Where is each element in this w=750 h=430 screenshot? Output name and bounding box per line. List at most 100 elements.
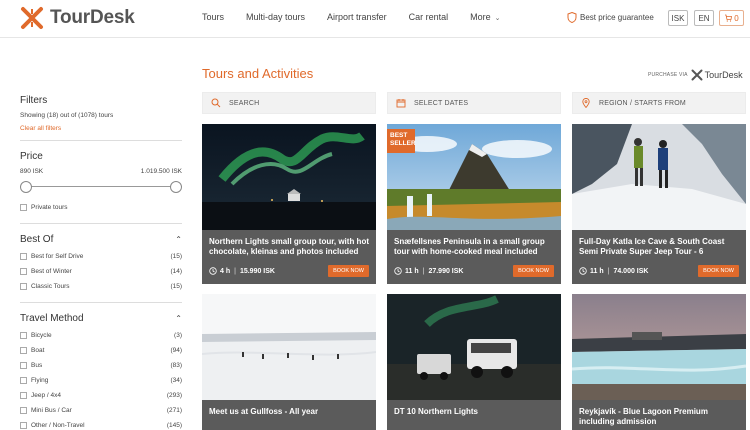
tour-card[interactable]: Northern Lights small group tour, with h… bbox=[202, 124, 376, 284]
purchase-brand: TourDesk bbox=[704, 70, 743, 80]
currency-button[interactable]: ISK bbox=[668, 10, 688, 26]
checkbox[interactable] bbox=[20, 407, 27, 414]
filter-option[interactable]: Bicycle (3) bbox=[20, 328, 182, 343]
travel-method-title: Travel Method bbox=[20, 313, 84, 324]
language-button[interactable]: EN bbox=[694, 10, 714, 26]
top-header: TourDesk Tours Multi-day tours Airport t… bbox=[0, 0, 750, 38]
option-count: (293) bbox=[166, 392, 182, 399]
card-info: DT 10 Northern Lights bbox=[387, 400, 561, 430]
filter-option[interactable]: Classic Tours (15) bbox=[20, 279, 182, 294]
filter-option[interactable]: Other / Non-Travel (145) bbox=[20, 418, 182, 430]
search-input[interactable]: SEARCH bbox=[202, 92, 376, 114]
clock-icon bbox=[209, 267, 217, 275]
price-slider[interactable] bbox=[20, 179, 182, 195]
chevron-down-icon: ⌄ bbox=[494, 15, 501, 22]
filter-option[interactable]: Best for Self Drive (15) bbox=[20, 249, 182, 264]
region-selector[interactable]: REGION / STARTS FROM bbox=[572, 92, 746, 114]
chevron-up-icon[interactable]: ⌃ bbox=[175, 235, 182, 244]
nav-airport-transfer[interactable]: Airport transfer bbox=[327, 12, 387, 22]
filter-option[interactable]: Mini Bus / Car (271) bbox=[20, 403, 182, 418]
checkbox[interactable] bbox=[20, 253, 27, 260]
option-label: Classic Tours bbox=[31, 283, 70, 290]
tour-duration: 4 h bbox=[220, 267, 231, 275]
private-tours-option[interactable]: Private tours bbox=[20, 200, 182, 215]
tour-title[interactable]: Full-Day Katla Ice Cave & South Coast Se… bbox=[579, 237, 739, 257]
option-count: (15) bbox=[170, 253, 182, 260]
option-label: Mini Bus / Car bbox=[31, 407, 72, 414]
option-count: (15) bbox=[170, 283, 182, 290]
tour-price: 74.000 ISK bbox=[613, 267, 649, 275]
card-info: Snæfellsnes Peninsula in a small group t… bbox=[387, 230, 561, 284]
option-count: (145) bbox=[166, 422, 182, 429]
tour-photo bbox=[572, 294, 746, 400]
card-info: Full-Day Katla Ice Cave & South Coast Se… bbox=[572, 230, 746, 284]
filter-option[interactable]: Jeep / 4x4 (293) bbox=[20, 388, 182, 403]
price-min: 890 ISK bbox=[20, 168, 44, 175]
option-count: (3) bbox=[174, 332, 182, 339]
tour-title[interactable]: Meet us at Gullfoss - All year bbox=[209, 407, 369, 427]
checkbox[interactable] bbox=[20, 204, 27, 211]
tour-title[interactable]: DT 10 Northern Lights bbox=[394, 407, 554, 427]
price-max: 1.019.500 ISK bbox=[140, 168, 182, 175]
cart-button[interactable]: 0 bbox=[719, 10, 744, 26]
best-price-guarantee[interactable]: Best price guarantee bbox=[567, 12, 654, 23]
book-now-button[interactable]: BOOK NOW bbox=[698, 265, 739, 277]
cart-icon bbox=[725, 14, 733, 22]
clock-icon bbox=[394, 267, 402, 275]
best-of-title: Best Of bbox=[20, 234, 54, 245]
tour-photo bbox=[387, 294, 561, 400]
filter-option[interactable]: Boat (94) bbox=[20, 343, 182, 358]
tour-card[interactable]: Reykjavík - Blue Lagoon Premium includin… bbox=[572, 294, 746, 430]
tour-photo bbox=[572, 124, 746, 230]
nav-tours[interactable]: Tours bbox=[202, 12, 224, 22]
nav-car-rental[interactable]: Car rental bbox=[409, 12, 449, 22]
tour-title[interactable]: Reykjavík - Blue Lagoon Premium includin… bbox=[579, 407, 739, 427]
card-info: Meet us at Gullfoss - All year bbox=[202, 400, 376, 430]
option-label: Jeep / 4x4 bbox=[31, 392, 61, 399]
filter-option[interactable]: Flying (34) bbox=[20, 373, 182, 388]
logo[interactable]: TourDesk bbox=[20, 6, 135, 30]
price-title: Price bbox=[20, 151, 43, 162]
tour-title[interactable]: Snæfellsnes Peninsula in a small group t… bbox=[394, 237, 554, 257]
checkbox[interactable] bbox=[20, 332, 27, 339]
best-seller-badge: BEST SELLER bbox=[387, 129, 416, 153]
cart-count: 0 bbox=[734, 13, 739, 23]
checkbox[interactable] bbox=[20, 392, 27, 399]
checkbox[interactable] bbox=[20, 347, 27, 354]
date-picker[interactable]: SELECT DATES bbox=[387, 92, 561, 114]
tour-duration: 11 h bbox=[590, 267, 604, 275]
nav-more-label: More bbox=[470, 12, 491, 22]
location-pin-icon bbox=[582, 98, 590, 108]
option-label: Flying bbox=[31, 377, 49, 384]
tour-card[interactable]: DT 10 Northern Lights bbox=[387, 294, 561, 430]
tour-card[interactable]: Meet us at Gullfoss - All year bbox=[202, 294, 376, 430]
results-count: Showing (18) out of (1078) tours bbox=[20, 112, 114, 119]
travel-method-filter: Travel Method ⌃ Bicycle (3) Boat (94) Bus (8… bbox=[20, 302, 182, 430]
tour-duration: 11 h bbox=[405, 267, 419, 275]
tour-card[interactable]: BEST SELLER Snæfellsnes Peninsula in a s… bbox=[387, 124, 561, 284]
slider-max-handle[interactable] bbox=[170, 181, 182, 193]
tour-title[interactable]: Northern Lights small group tour, with h… bbox=[209, 237, 369, 257]
checkbox[interactable] bbox=[20, 422, 27, 429]
book-now-button[interactable]: BOOK NOW bbox=[328, 265, 369, 277]
nav-multi-day-tours[interactable]: Multi-day tours bbox=[246, 12, 305, 22]
checkbox[interactable] bbox=[20, 268, 27, 275]
filter-option[interactable]: Bus (83) bbox=[20, 358, 182, 373]
checkbox[interactable] bbox=[20, 283, 27, 290]
tour-photo bbox=[202, 124, 376, 230]
option-count: (14) bbox=[170, 268, 182, 275]
clear-filters-link[interactable]: Clear all filters bbox=[20, 125, 182, 132]
filter-option[interactable]: Best of Winter (14) bbox=[20, 264, 182, 279]
slider-min-handle[interactable] bbox=[20, 181, 32, 193]
tour-card[interactable]: Full-Day Katla Ice Cave & South Coast Se… bbox=[572, 124, 746, 284]
option-count: (83) bbox=[170, 362, 182, 369]
checkbox[interactable] bbox=[20, 362, 27, 369]
chevron-up-icon[interactable]: ⌃ bbox=[175, 314, 182, 323]
tour-price: 27.990 ISK bbox=[428, 267, 464, 275]
option-label: Private tours bbox=[31, 204, 68, 211]
purchase-via-label: PURCHASE VIA bbox=[648, 72, 688, 78]
logo-text: TourDesk bbox=[50, 7, 135, 28]
checkbox[interactable] bbox=[20, 377, 27, 384]
nav-more[interactable]: More ⌄ bbox=[470, 12, 500, 22]
book-now-button[interactable]: BOOK NOW bbox=[513, 265, 554, 277]
